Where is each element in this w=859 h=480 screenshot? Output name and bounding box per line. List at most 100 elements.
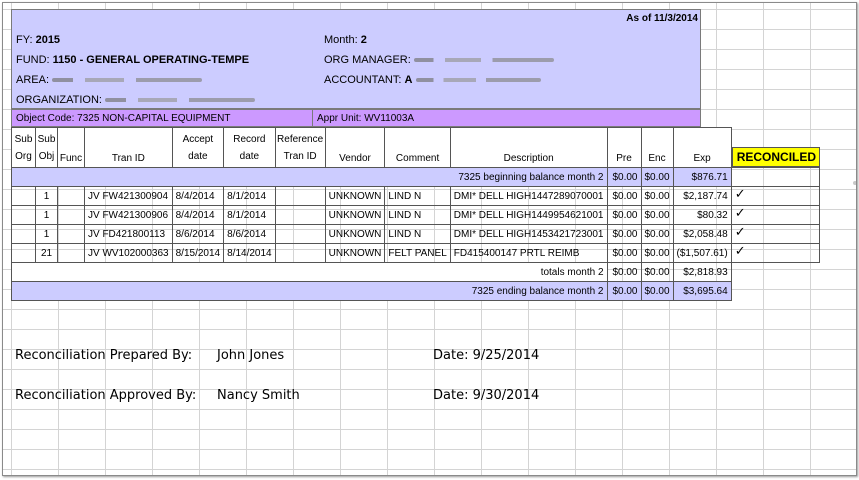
- cell-description[interactable]: DMI* DELL HIGH1449954621001: [449, 205, 608, 225]
- cell-sub-obj[interactable]: 21: [35, 243, 58, 263]
- approved-by-label[interactable]: Reconciliation Approved By:: [15, 388, 196, 403]
- cell-func[interactable]: [57, 205, 85, 225]
- cell-sub-org[interactable]: [11, 224, 36, 244]
- cell-sub-org[interactable]: [11, 186, 36, 206]
- beginning-reconciled-cell[interactable]: [730, 167, 821, 187]
- ending-pre[interactable]: $0.00: [606, 281, 642, 301]
- cell-tran-id[interactable]: JV FW421300904: [84, 186, 173, 206]
- prepared-date[interactable]: Date: 9/25/2014: [433, 348, 539, 363]
- cell-tran-id[interactable]: JV WV102000363: [84, 243, 173, 263]
- totals-exp[interactable]: $2,818.93: [672, 262, 732, 282]
- reconciled-check-cell[interactable]: ✓: [730, 205, 821, 225]
- cell-accept-date[interactable]: 8/4/2014: [171, 186, 225, 206]
- cell-accept-date[interactable]: 8/6/2014: [171, 224, 225, 244]
- object-code-bar: Object Code: 7325 NON-CAPITAL EQUIPMENT …: [11, 109, 701, 127]
- col-record-date[interactable]: Record date: [223, 127, 276, 168]
- cell-accept-date[interactable]: 8/4/2014: [171, 205, 225, 225]
- cell-ref-tran-id[interactable]: [274, 243, 326, 263]
- reconciled-cell[interactable]: RECONCILED: [731, 128, 820, 168]
- cell-record-date[interactable]: 8/1/2014: [223, 205, 276, 225]
- cell-enc[interactable]: $0.00: [640, 186, 674, 206]
- cell-comment[interactable]: LIND N: [384, 205, 451, 225]
- col-tran-id[interactable]: Tran ID: [84, 127, 173, 168]
- cell-func[interactable]: [57, 186, 85, 206]
- cell-accept-date[interactable]: 8/15/2014: [171, 243, 225, 263]
- cell-sub-obj[interactable]: 1: [35, 205, 58, 225]
- cell-description[interactable]: DMI* DELL HIGH1447289070001: [449, 186, 608, 206]
- cell-description[interactable]: DMI* DELL HIGH1453421723001: [449, 224, 608, 244]
- col-accept-date[interactable]: Accept date: [171, 127, 225, 168]
- beginning-exp[interactable]: $876.71: [672, 167, 732, 187]
- cell-record-date[interactable]: 8/6/2014: [223, 224, 276, 244]
- cell-record-date[interactable]: 8/1/2014: [223, 186, 276, 206]
- cell-sub-org[interactable]: [11, 205, 36, 225]
- prepared-by-name[interactable]: John Jones: [217, 348, 284, 363]
- col-func-label: Func: [59, 153, 83, 164]
- cell-exp[interactable]: ($1,507.61): [672, 243, 732, 263]
- cell-tran-id[interactable]: JV FW421300906: [84, 205, 173, 225]
- cell-tran-id[interactable]: JV FD421800113: [84, 224, 173, 244]
- fy-label: FY:: [16, 34, 33, 46]
- prepared-by-label[interactable]: Reconciliation Prepared By:: [15, 348, 192, 363]
- object-code: Object Code: 7325 NON-CAPITAL EQUIPMENT: [16, 113, 231, 124]
- col-enc[interactable]: Enc: [640, 127, 674, 168]
- approved-date[interactable]: Date: 9/30/2014: [433, 388, 539, 403]
- col-vendor[interactable]: Vendor: [324, 127, 386, 168]
- beginning-pre[interactable]: $0.00: [606, 167, 642, 187]
- cell-sub-obj[interactable]: 1: [35, 186, 58, 206]
- ending-enc[interactable]: $0.00: [640, 281, 674, 301]
- cell-vendor[interactable]: UNKNOWN: [324, 224, 386, 244]
- ending-balance-label[interactable]: 7325 ending balance month 2: [11, 281, 608, 301]
- cell-comment[interactable]: LIND N: [384, 224, 451, 244]
- totals-pre[interactable]: $0.00: [606, 262, 642, 282]
- cell-exp[interactable]: $2,187.74: [672, 186, 732, 206]
- col-func[interactable]: Func: [57, 127, 85, 168]
- checkmark-icon: ✓: [734, 186, 746, 201]
- reconciled-check-cell[interactable]: ✓: [730, 224, 821, 244]
- cell-ref-tran-id[interactable]: [274, 205, 326, 225]
- col-sub-org[interactable]: Sub Org: [11, 127, 36, 168]
- col-reference-tran-id[interactable]: Reference Tran ID: [274, 127, 326, 168]
- ending-exp[interactable]: $3,695.64: [672, 281, 732, 301]
- cell-vendor[interactable]: UNKNOWN: [324, 205, 386, 225]
- cell-enc[interactable]: $0.00: [640, 205, 674, 225]
- cell-ref-tran-id[interactable]: [274, 224, 326, 244]
- cell-enc[interactable]: $0.00: [640, 224, 674, 244]
- col-comment[interactable]: Comment: [384, 127, 451, 168]
- col-exp[interactable]: Exp: [672, 127, 732, 168]
- cell-pre[interactable]: $0.00: [606, 205, 642, 225]
- totals-label[interactable]: totals month 2: [11, 262, 608, 282]
- cell-record-date[interactable]: 8/14/2014: [223, 243, 276, 263]
- cell-comment[interactable]: FELT PANEL: [384, 243, 451, 263]
- beginning-enc[interactable]: $0.00: [640, 167, 674, 187]
- cell-pre[interactable]: $0.00: [606, 243, 642, 263]
- col-sub-obj[interactable]: Sub Obj: [35, 127, 58, 168]
- cell-description[interactable]: FD415400147 PRTL REIMB: [449, 243, 608, 263]
- cell-comment[interactable]: LIND N: [384, 186, 451, 206]
- organization-label: ORGANIZATION:: [16, 94, 102, 106]
- col-pre[interactable]: Pre: [606, 127, 642, 168]
- month-value: 2: [360, 34, 367, 46]
- cell-exp[interactable]: $80.32: [672, 205, 732, 225]
- cell-ref-tran-id[interactable]: [274, 186, 326, 206]
- totals-enc[interactable]: $0.00: [640, 262, 674, 282]
- col-enc-label: Enc: [648, 153, 666, 164]
- cell-func[interactable]: [57, 224, 85, 244]
- beginning-balance-label[interactable]: 7325 beginning balance month 2: [11, 167, 608, 187]
- cell-vendor[interactable]: UNKNOWN: [324, 186, 386, 206]
- cell-exp[interactable]: $2,058.48: [672, 224, 732, 244]
- reconciled-check-cell[interactable]: ✓: [730, 243, 821, 263]
- cell-func[interactable]: [57, 243, 85, 263]
- cell-pre[interactable]: $0.00: [606, 224, 642, 244]
- scroll-handle[interactable]: [853, 181, 856, 185]
- approved-by-name[interactable]: Nancy Smith: [217, 388, 300, 403]
- cell-enc[interactable]: $0.00: [640, 243, 674, 263]
- col-sub-obj-line2: Obj: [38, 150, 55, 162]
- checkmark-icon: ✓: [734, 224, 746, 239]
- cell-sub-org[interactable]: [11, 243, 36, 263]
- reconciled-check-cell[interactable]: ✓: [730, 186, 821, 206]
- cell-vendor[interactable]: UNKNOWN: [324, 243, 386, 263]
- col-description[interactable]: Description: [449, 127, 608, 168]
- cell-pre[interactable]: $0.00: [606, 186, 642, 206]
- cell-sub-obj[interactable]: 1: [35, 224, 58, 244]
